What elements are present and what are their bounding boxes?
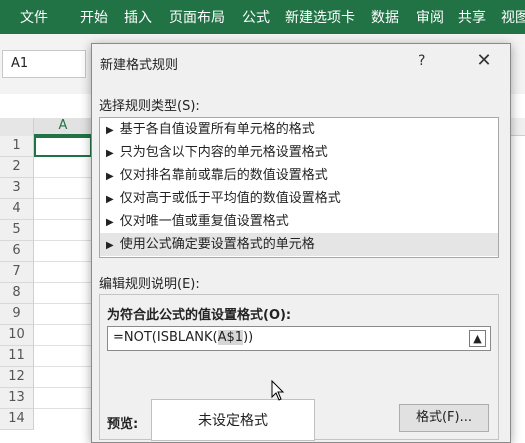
tab-formulas[interactable]: 公式: [242, 7, 270, 27]
mouse-cursor-icon: [271, 380, 285, 401]
row-header-4[interactable]: 4: [0, 199, 34, 220]
row-header-5[interactable]: 5: [0, 220, 34, 241]
arrow-right-icon: ▶: [106, 125, 114, 136]
formula-label: 为符合此公式的值设置格式(O):: [107, 308, 292, 323]
rule-type-label-text: 仅对排名靠前或靠后的数值设置格式: [119, 168, 328, 183]
edit-rule-label: 编辑规则说明(E):: [99, 277, 200, 292]
grid-line: [34, 324, 92, 325]
collapse-dialog-button[interactable]: ▲: [469, 330, 486, 347]
tab-view[interactable]: 视图: [501, 7, 525, 27]
rule-type-label-text: 基于各自值设置所有单元格的格式: [119, 122, 315, 137]
preview-label: 预览:: [107, 417, 139, 432]
preview-box: 未设定格式: [151, 399, 315, 441]
row-header-2[interactable]: 2: [0, 157, 34, 178]
row-header-6[interactable]: 6: [0, 241, 34, 262]
arrow-right-icon: ▶: [106, 148, 114, 159]
help-button[interactable]: ?: [418, 53, 425, 69]
tab-page-layout[interactable]: 页面布局: [169, 7, 225, 27]
collapse-icon: ▲: [473, 332, 482, 345]
tab-review[interactable]: 审阅: [416, 7, 444, 27]
row-header-11[interactable]: 11: [0, 346, 34, 367]
tab-insert[interactable]: 插入: [124, 7, 152, 27]
rule-type-item[interactable]: ▶ 仅对高于或低于平均值的数值设置格式: [100, 187, 498, 210]
row-header-10[interactable]: 10: [0, 325, 34, 346]
rule-type-item[interactable]: ▶ 基于各自值设置所有单元格的格式: [100, 118, 498, 141]
active-cell-a1[interactable]: [34, 136, 92, 157]
grid-line: [34, 177, 92, 178]
grid-line: [34, 198, 92, 199]
arrow-right-icon: ▶: [106, 217, 114, 228]
format-button[interactable]: 格式(F)...: [399, 404, 489, 432]
tab-data[interactable]: 数据: [371, 7, 399, 27]
formula-input[interactable]: =NOT(ISBLANK(A$1)) ▲: [107, 326, 491, 351]
row-header-3[interactable]: 3: [0, 178, 34, 199]
row-header-1[interactable]: 1: [0, 136, 34, 157]
grid-line: [34, 282, 92, 283]
grid-line: [34, 387, 92, 388]
formula-prefix: =NOT(ISBLANK(: [113, 330, 218, 345]
rule-type-item-selected[interactable]: ▶ 使用公式确定要设置格式的单元格: [100, 233, 498, 256]
grid-line: [34, 408, 92, 409]
rule-type-item[interactable]: ▶ 仅对排名靠前或靠后的数值设置格式: [100, 164, 498, 187]
tab-new-tab[interactable]: 新建选项卡: [285, 7, 355, 27]
column-header-a[interactable]: A: [34, 118, 92, 136]
row-header-13[interactable]: 13: [0, 388, 34, 409]
rule-description-panel: 为符合此公式的值设置格式(O): =NOT(ISBLANK(A$1)) ▲ 预览…: [99, 294, 499, 441]
tab-share[interactable]: 共享: [458, 7, 486, 27]
rule-type-label: 选择规则类型(S):: [99, 99, 200, 114]
rule-type-item[interactable]: ▶ 仅对唯一值或重复值设置格式: [100, 210, 498, 233]
grid-line: [34, 261, 92, 262]
row-header-12[interactable]: 12: [0, 367, 34, 388]
arrow-right-icon: ▶: [106, 171, 114, 182]
formula-suffix: )): [243, 330, 254, 345]
row-header-8[interactable]: 8: [0, 283, 34, 304]
grid-line: [34, 345, 92, 346]
grid-line: [34, 219, 92, 220]
rule-type-label-text: 使用公式确定要设置格式的单元格: [119, 237, 315, 252]
arrow-right-icon: ▶: [106, 194, 114, 205]
name-box[interactable]: A1: [2, 50, 86, 78]
tab-file[interactable]: 文件: [20, 7, 48, 27]
select-all-corner[interactable]: [0, 118, 34, 136]
row-header-14[interactable]: 14: [0, 409, 34, 430]
grid-line: [34, 303, 92, 304]
formula-reference: A$1: [217, 330, 244, 345]
grid-line: [34, 240, 92, 241]
ribbon: 文件 开始 插入 页面布局 公式 新建选项卡 数据 审阅 共享 视图: [0, 0, 525, 34]
rule-type-item[interactable]: ▶ 只为包含以下内容的单元格设置格式: [100, 141, 498, 164]
new-format-rule-dialog: 新建格式规则 ? ✕ 选择规则类型(S): ▶ 基于各自值设置所有单元格的格式 ▶…: [91, 43, 511, 443]
row-header-7[interactable]: 7: [0, 262, 34, 283]
arrow-right-icon: ▶: [106, 240, 114, 251]
rule-type-label-text: 只为包含以下内容的单元格设置格式: [119, 145, 328, 160]
dialog-title: 新建格式规则: [100, 58, 179, 73]
row-header-9[interactable]: 9: [0, 304, 34, 325]
close-button[interactable]: ✕: [464, 48, 504, 76]
rule-type-list: ▶ 基于各自值设置所有单元格的格式 ▶ 只为包含以下内容的单元格设置格式 ▶ 仅对排名…: [99, 117, 499, 258]
rule-type-label-text: 仅对高于或低于平均值的数值设置格式: [119, 191, 341, 206]
grid-line: [34, 366, 92, 367]
tab-home[interactable]: 开始: [80, 7, 108, 27]
rule-type-label-text: 仅对唯一值或重复值设置格式: [119, 214, 289, 229]
